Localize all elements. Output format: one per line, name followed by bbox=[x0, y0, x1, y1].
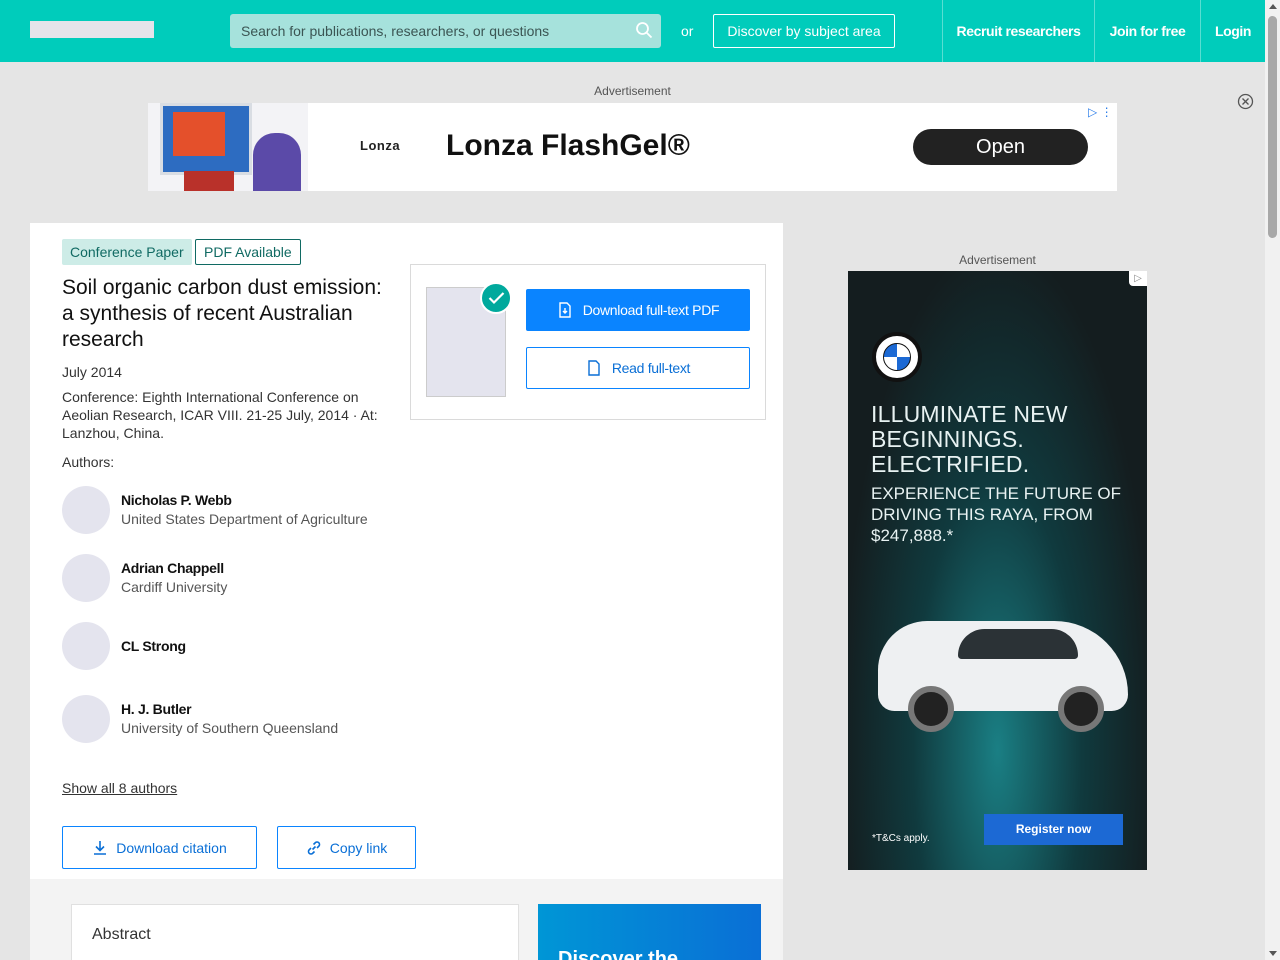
scroll-down-arrow-icon[interactable] bbox=[1269, 951, 1277, 956]
author-name[interactable]: Adrian Chappell bbox=[121, 560, 224, 576]
check-icon bbox=[480, 282, 512, 314]
search-icon[interactable] bbox=[635, 21, 653, 39]
ad-product-image bbox=[148, 103, 308, 191]
ad-close-icon[interactable] bbox=[1237, 93, 1254, 110]
top-advertisement-banner[interactable]: Lonza Lonza FlashGel® Open ▷ ⋮ bbox=[148, 103, 1117, 191]
nav-login[interactable]: Login bbox=[1200, 0, 1265, 62]
avatar[interactable] bbox=[62, 622, 110, 670]
author-name[interactable]: CL Strong bbox=[121, 638, 186, 654]
ad-choices-icon[interactable]: ▷ bbox=[1129, 271, 1147, 286]
register-now-button[interactable]: Register now bbox=[984, 814, 1123, 845]
publication-type-badge: Conference Paper bbox=[62, 239, 192, 265]
read-full-text-button[interactable]: Read full-text bbox=[526, 347, 750, 389]
search-box bbox=[230, 14, 661, 48]
discover-promo-banner[interactable]: Discover the bbox=[538, 904, 761, 960]
search-input[interactable] bbox=[230, 14, 620, 48]
publication-date: July 2014 bbox=[62, 364, 122, 380]
conference-info: Conference: Eighth International Confere… bbox=[62, 389, 378, 441]
download-citation-label: Download citation bbox=[116, 839, 227, 856]
full-text-panel: Download full-text PDF Read full-text bbox=[410, 264, 766, 420]
ad-brand-logo: Lonza bbox=[360, 138, 401, 153]
publication-title: Soil organic carbon dust emission: a syn… bbox=[62, 276, 382, 351]
link-icon bbox=[307, 840, 320, 855]
abstract-heading: Abstract bbox=[92, 926, 151, 943]
side-advertisement[interactable]: ▷ ILLUMINATE NEW BEGINNINGS. ELECTRIFIED… bbox=[848, 271, 1147, 870]
card-lower-section: Abstract Discover the bbox=[30, 879, 783, 960]
nav-recruit-researchers[interactable]: Recruit researchers bbox=[942, 0, 1094, 62]
download-full-text-pdf-button[interactable]: Download full-text PDF bbox=[526, 289, 750, 331]
scrollbar-thumb[interactable] bbox=[1268, 16, 1277, 238]
download-citation-button[interactable]: Download citation bbox=[62, 826, 257, 869]
download-icon bbox=[94, 840, 107, 855]
page-scrollbar[interactable] bbox=[1265, 0, 1280, 960]
author-affiliation: United States Department of Agriculture bbox=[121, 511, 368, 527]
top-ad-label: Advertisement bbox=[594, 84, 671, 98]
author-name[interactable]: Nicholas P. Webb bbox=[121, 492, 232, 508]
discover-by-subject-button[interactable]: Discover by subject area bbox=[713, 14, 895, 48]
author-affiliation: University of Southern Queensland bbox=[121, 720, 339, 736]
top-navigation-bar: or Discover by subject area Recruit rese… bbox=[0, 0, 1265, 62]
side-ad-label: Advertisement bbox=[959, 253, 1036, 267]
read-full-text-label: Read full-text bbox=[611, 360, 691, 376]
side-ad-subhead: EXPERIENCE THE FUTURE OF DRIVING THIS RA… bbox=[871, 484, 1121, 545]
avatar[interactable] bbox=[62, 695, 110, 743]
author-item[interactable]: CL Strong bbox=[62, 622, 422, 670]
promo-heading: Discover the bbox=[558, 948, 679, 960]
site-logo[interactable] bbox=[30, 21, 154, 38]
copy-link-button[interactable]: Copy link bbox=[277, 826, 416, 869]
pdf-available-badge: PDF Available bbox=[195, 239, 301, 265]
author-affiliation: Cardiff University bbox=[121, 579, 228, 595]
author-item[interactable]: H. J. Butler University of Southern Quee… bbox=[62, 695, 422, 743]
author-name[interactable]: H. J. Butler bbox=[121, 701, 192, 717]
copy-link-label: Copy link bbox=[329, 839, 388, 856]
side-ad-headline: ILLUMINATE NEW BEGINNINGS. ELECTRIFIED. bbox=[871, 401, 1068, 477]
document-icon bbox=[588, 360, 600, 376]
avatar[interactable] bbox=[62, 554, 110, 602]
publication-card: Conference Paper PDF Available Soil orga… bbox=[30, 223, 783, 960]
show-all-authors-link[interactable]: Show all 8 authors bbox=[62, 780, 177, 796]
bmw-logo-icon bbox=[872, 332, 922, 382]
ad-headline: Lonza FlashGel® bbox=[446, 129, 690, 162]
scroll-up-arrow-icon[interactable] bbox=[1269, 4, 1277, 9]
download-pdf-label: Download full-text PDF bbox=[582, 302, 720, 318]
authors-label: Authors: bbox=[62, 454, 115, 470]
or-separator: or bbox=[681, 23, 694, 39]
author-item[interactable]: Adrian Chappell Cardiff University bbox=[62, 554, 422, 602]
side-ad-terms: *T&Cs apply. bbox=[872, 833, 930, 844]
avatar[interactable] bbox=[62, 486, 110, 534]
nav-join-for-free[interactable]: Join for free bbox=[1094, 0, 1200, 62]
ad-choices-icon[interactable]: ▷ ⋮ bbox=[1088, 105, 1113, 119]
car-image bbox=[868, 601, 1138, 741]
ad-open-button[interactable]: Open bbox=[913, 129, 1088, 165]
abstract-section: Abstract bbox=[71, 904, 519, 960]
pdf-file-download-icon bbox=[559, 302, 571, 318]
author-item[interactable]: Nicholas P. Webb United States Departmen… bbox=[62, 486, 422, 534]
